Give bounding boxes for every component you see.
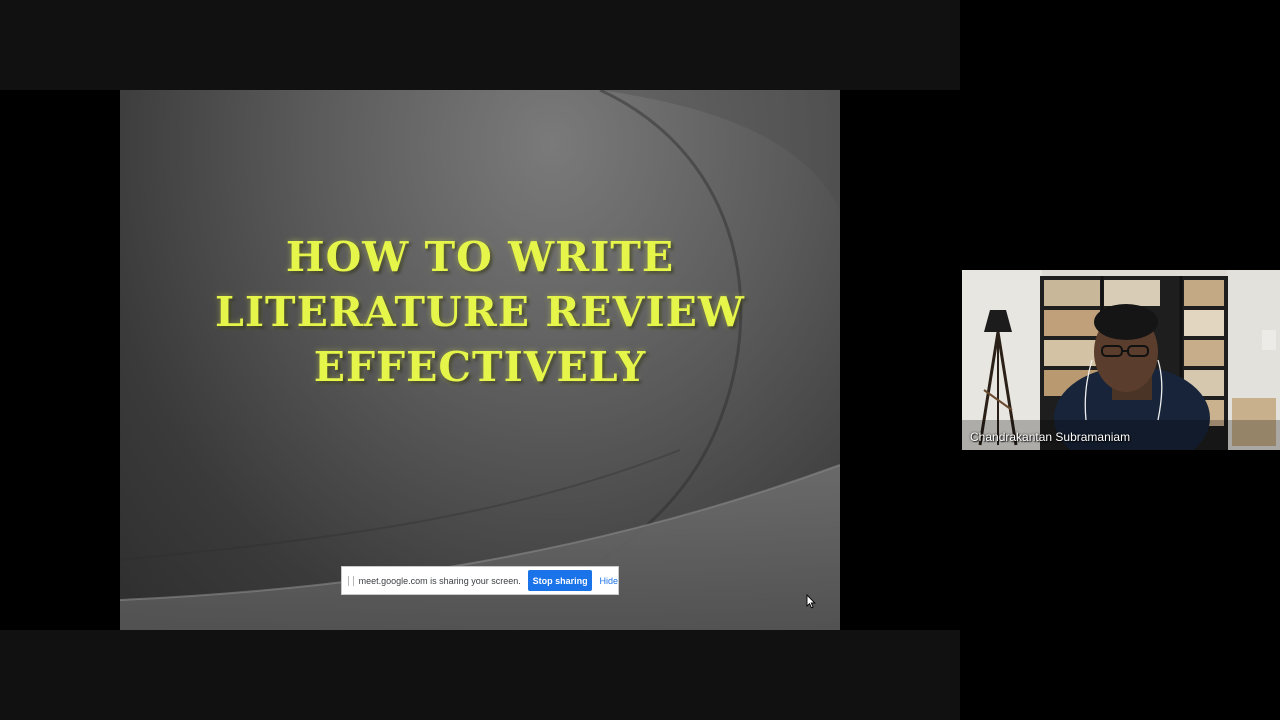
share-message: meet.google.com is sharing your screen.	[358, 575, 521, 586]
slide-title-line-2: LITERATURE REVIEW	[215, 288, 745, 336]
participant-video	[962, 270, 1280, 450]
bottom-letterbox	[0, 630, 960, 720]
top-letterbox	[0, 0, 960, 90]
screen-share-notification: meet.google.com is sharing your screen. …	[341, 566, 619, 595]
slide-title: HOW TO WRITE LITERATURE REVIEW EFFECTIVE…	[160, 230, 800, 395]
participant-video-tile[interactable]: Chandrakantan Subramaniam	[962, 270, 1280, 450]
hide-button[interactable]: Hide	[599, 576, 618, 586]
presented-slide: HOW TO WRITE LITERATURE REVIEW EFFECTIVE…	[120, 90, 840, 630]
stop-sharing-button[interactable]: Stop sharing	[527, 570, 593, 591]
participant-name-label: Chandrakantan Subramaniam	[970, 430, 1131, 444]
slide-title-line-3: EFFECTIVELY	[313, 343, 647, 391]
drag-handle-icon[interactable]	[348, 575, 354, 586]
slide-title-line-1: HOW TO WRITE	[285, 233, 675, 281]
meeting-stage: HOW TO WRITE LITERATURE REVIEW EFFECTIVE…	[0, 0, 1280, 720]
mouse-pointer-icon	[806, 594, 816, 609]
